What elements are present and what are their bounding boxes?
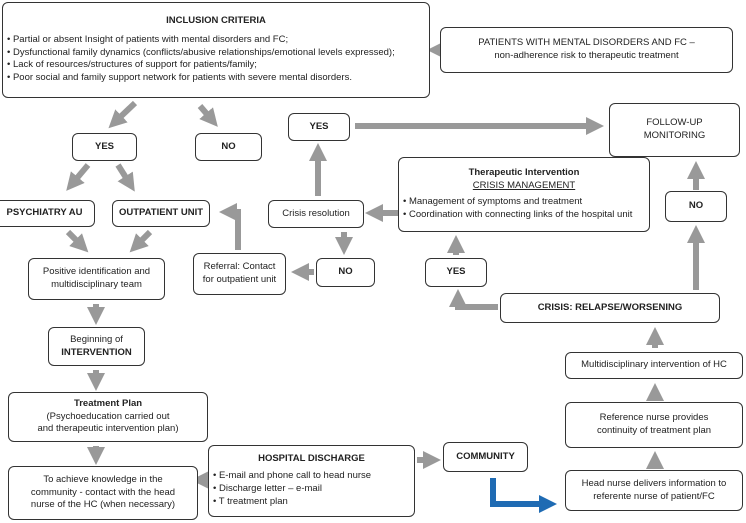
arrow [108, 100, 138, 129]
text: Treatment Plan [73, 397, 143, 409]
list-item: Discharge letter – e-mail [213, 483, 410, 496]
discharge-list: E-mail and phone call to head nurse Disc… [213, 470, 410, 508]
text: Beginning of [70, 333, 123, 345]
no-box: NO [665, 191, 727, 222]
text: To achieve knowledge in the [43, 473, 163, 485]
text: and therapeutic intervention plan) [37, 423, 179, 435]
treatment-plan-box: Treatment Plan (Psychoeducation carried o… [8, 392, 208, 442]
text: non-adherence risk to therapeutic treatm… [494, 50, 679, 61]
list-item: Dysfunctional family dynamics (conflicts… [7, 47, 425, 60]
arrow [65, 229, 89, 253]
inclusion-criteria-box: INCLUSION CRITERIA Partial or absent Ins… [2, 2, 430, 98]
inclusion-list: Partial or absent Insight of patients wi… [7, 34, 425, 85]
list-item: Poor social and family support network f… [7, 72, 425, 85]
text: MONITORING [643, 130, 706, 141]
head-nurse-box: Head nurse delivers information to refere… [565, 470, 743, 511]
arrow [129, 229, 153, 253]
arrow [115, 163, 135, 192]
list-item: Partial or absent Insight of patients wi… [7, 34, 425, 47]
list-item: Management of symptoms and treatment [403, 196, 645, 209]
crisis-relapse-box: CRISIS: RELAPSE/WORSENING [500, 293, 720, 323]
arrow [219, 203, 241, 250]
crisis-resolution-box: Crisis resolution [268, 200, 364, 228]
patients-box: PATIENTS WITH MENTAL DISORDERS AND FC – n… [440, 27, 733, 73]
multidisciplinary-hc-box: Multidisciplinary intervention of HC [565, 352, 743, 379]
text: Referral: Contact [203, 261, 276, 273]
outpatient-unit-box: OUTPATIENT UNIT [112, 200, 210, 227]
text: FOLLOW-UP [646, 117, 703, 129]
hospital-discharge-box: HOSPITAL DISCHARGE E-mail and phone call… [208, 445, 415, 517]
inclusion-title: INCLUSION CRITERIA [166, 14, 266, 26]
flowchart: INCLUSION CRITERIA Partial or absent Ins… [0, 0, 746, 523]
therapeutic-intervention-box: Therapeutic Intervention CRISIS MANAGEME… [398, 157, 650, 232]
therapeutic-list: Management of symptoms and treatment Coo… [403, 196, 645, 222]
follow-up-box: FOLLOW-UP MONITORING [609, 103, 740, 157]
reference-nurse-box: Reference nurse provides continuity of tr… [565, 402, 743, 448]
arrow [197, 104, 218, 127]
no-box: NO [195, 133, 262, 161]
text: for outpatient unit [202, 274, 277, 285]
list-item: E-mail and phone call to head nurse [213, 470, 410, 483]
text: referente nurse of patient/FC [593, 490, 715, 502]
referral-box: Referral: Contact for outpatient unit [193, 253, 286, 295]
yes-box: YES [72, 133, 137, 161]
list-item: Coordination with connecting links of th… [403, 209, 645, 222]
text: PATIENTS WITH MENTAL DISORDERS AND FC – [478, 37, 695, 49]
list-item: Lack of resources/structures of support … [7, 59, 425, 72]
text: Head nurse delivers information to [581, 477, 727, 489]
arrow [66, 163, 91, 191]
no-box: NO [316, 258, 375, 287]
text: nurse of the HC (when necessary) [30, 499, 176, 511]
text: Positive identification and [42, 266, 151, 278]
positive-identification-box: Positive identification and multidiscipli… [28, 258, 165, 300]
yes-box: YES [288, 113, 350, 141]
highlight-arrow [490, 478, 557, 513]
beginning-intervention-box: Beginning of INTERVENTION [48, 327, 145, 366]
text: CRISIS MANAGEMENT [472, 180, 576, 192]
text: multidisciplinary team [51, 279, 142, 290]
text: community - contact with the head [30, 486, 176, 498]
yes-box: YES [425, 258, 487, 287]
psychiatry-au-box: PSYCHIATRY AU [0, 200, 95, 227]
text: INTERVENTION [61, 346, 132, 358]
text: HOSPITAL DISCHARGE [258, 453, 365, 465]
text: continuity of treatment plan [596, 425, 712, 436]
community-box: COMMUNITY [443, 442, 528, 472]
text: Therapeutic Intervention [468, 167, 580, 179]
text: Reference nurse provides [599, 412, 709, 424]
text: (Psychoeducation carried out [46, 410, 170, 422]
arrow [449, 289, 498, 310]
list-item: T treatment plan [213, 496, 410, 509]
achieve-knowledge-box: To achieve knowledge in the community - c… [8, 466, 198, 520]
